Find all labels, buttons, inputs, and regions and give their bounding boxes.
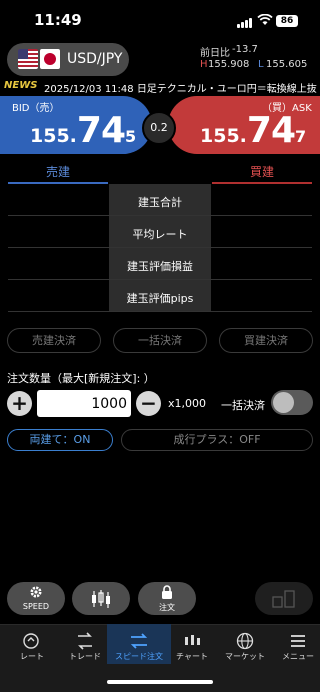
bid-price-prefix: 155. (30, 125, 77, 147)
spread-badge: 0.2 (142, 111, 176, 145)
toggle-knob (273, 392, 294, 413)
tab-menu[interactable]: メニュー (266, 624, 320, 664)
jp-flag-icon (40, 49, 60, 69)
change-label: 前日比 (200, 48, 230, 59)
currency-pair-button[interactable]: USD/JPY (7, 43, 129, 76)
row-label-unrealized-pl: 建玉評価損益 (127, 260, 193, 273)
buy-settle-button[interactable]: 買建決済 (219, 328, 313, 353)
bid-price: 155.745 (30, 110, 136, 151)
candlestick-icon (92, 590, 110, 608)
hedge-mode-button[interactable]: 両建て：ON (7, 429, 113, 451)
globe-icon (236, 632, 254, 650)
battery-icon: 86 (276, 15, 298, 27)
speed-settings-button[interactable]: SPEED (7, 582, 65, 615)
row-label-pips: 建玉評価pips (126, 292, 194, 305)
bid-price-main: 74 (76, 110, 126, 151)
low-tag: L (258, 59, 264, 70)
bulk-settle-toggle[interactable] (271, 390, 313, 415)
decrease-button[interactable]: − (136, 391, 161, 416)
currency-pair-label: USD/JPY (67, 51, 123, 67)
sell-side-underline (8, 182, 108, 184)
status-time: 11:49 (34, 11, 82, 29)
trade-icon (78, 632, 92, 650)
high-tag: H (200, 59, 208, 70)
buy-side-label: 買建 (249, 165, 274, 179)
low-value: 155.605 (266, 59, 308, 70)
news-ticker[interactable]: 2025/12/03 11:48 日足テクニカル・ユーロ円＝転換線上抜 (44, 80, 320, 95)
quantity-input[interactable] (37, 390, 131, 417)
sell-side-label: 売建 (45, 165, 70, 179)
chart-icon (185, 635, 200, 645)
quantity-label: 注文数量（最大[新規注文]: ） (7, 372, 155, 385)
lock-label: 注文 (159, 603, 175, 612)
home-indicator (107, 680, 213, 684)
bulk-settle-button[interactable]: 一括決済 (113, 328, 207, 353)
speed-order-icon (130, 633, 148, 649)
tab-menu-label: メニュー (282, 652, 314, 661)
row-label-total-positions: 建玉合計 (138, 196, 182, 209)
ask-price-prefix: 155. (200, 125, 247, 147)
sell-settle-button[interactable]: 売建決済 (7, 328, 101, 353)
quantity-unit-label: x1,000 (168, 397, 207, 410)
ask-price-suffix: 7 (295, 127, 307, 146)
ask-price-main: 74 (246, 110, 296, 151)
layout-toggle-button[interactable] (255, 582, 313, 615)
menu-icon (291, 635, 305, 647)
wifi-icon (257, 14, 273, 25)
layout-switch-icon (272, 590, 295, 608)
bulk-settle-toggle-label: 一括決済 (221, 399, 265, 412)
change-value: -13.7 (232, 44, 258, 55)
us-flag-icon (18, 49, 38, 69)
increase-button[interactable]: + (7, 391, 32, 416)
row-label-average-rate: 平均レート (132, 228, 188, 241)
high-value: 155.908 (208, 59, 250, 70)
buy-side-underline (212, 182, 312, 184)
row-divider (8, 279, 312, 280)
news-tag: NEWS (4, 80, 38, 91)
row-divider (8, 247, 312, 248)
order-lock-button[interactable]: 注文 (138, 582, 196, 615)
row-divider (8, 311, 312, 312)
rate-icon (23, 633, 39, 649)
cellular-signal-icon (237, 18, 253, 28)
row-divider (8, 215, 312, 216)
bid-price-suffix: 5 (125, 127, 137, 146)
speed-label: SPEED (22, 602, 50, 611)
ask-price: 155.747 (200, 110, 306, 151)
gear-icon (30, 586, 42, 598)
lock-icon (162, 585, 172, 599)
chart-toggle-button[interactable] (72, 582, 130, 615)
market-plus-button[interactable]: 成行プラス：OFF (121, 429, 313, 451)
